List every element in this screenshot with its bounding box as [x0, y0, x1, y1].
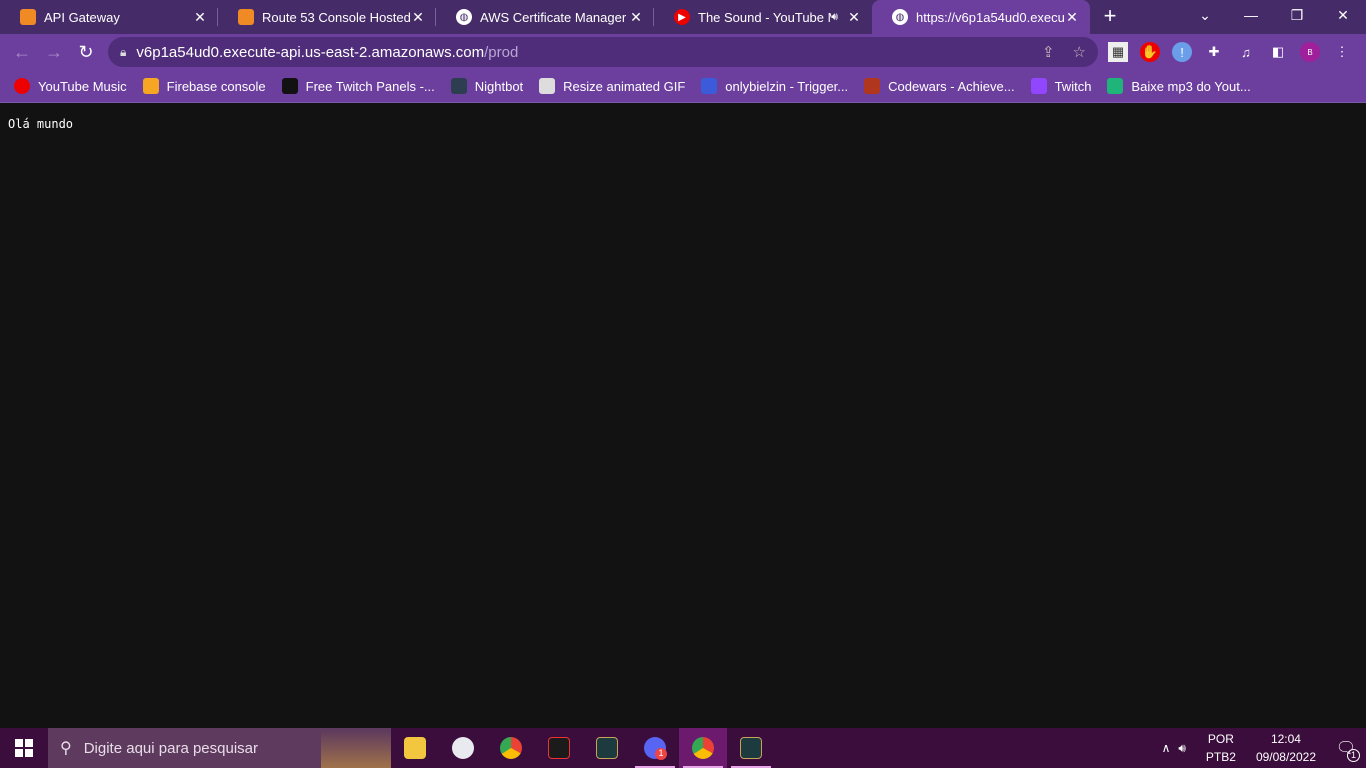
bookmark[interactable]: Nightbot: [450, 78, 523, 94]
lock-icon: 🔒︎: [120, 44, 127, 59]
aws-icon: [238, 9, 254, 25]
close-tab-button[interactable]: ✕: [192, 9, 208, 26]
bookmark[interactable]: Twitch: [1030, 78, 1091, 94]
forward-button[interactable]: →: [38, 42, 70, 63]
taskbar: ⚲ Digite aqui para pesquisar 1 ∧ 🔊︎ POR P…: [0, 728, 1366, 768]
paint-icon[interactable]: [439, 728, 487, 768]
bookmark[interactable]: YouTube Music: [14, 78, 127, 94]
search-highlight-image: [321, 730, 391, 768]
tab-acm[interactable]: ◍ AWS Certificate Manager ✕: [436, 0, 654, 34]
language-indicator[interactable]: POR PTB2: [1206, 730, 1236, 766]
extension-warning-icon[interactable]: !: [1172, 42, 1192, 62]
chrome-icon[interactable]: [487, 728, 535, 768]
twitch-icon: [1030, 78, 1047, 94]
flame-icon: [701, 78, 718, 94]
aws-icon: [20, 9, 36, 25]
speaker-icon[interactable]: 🔊︎: [831, 11, 838, 24]
search-icon: ⚲: [60, 740, 72, 757]
bookmark[interactable]: Firebase console: [142, 78, 266, 94]
bookmark-star-icon[interactable]: ☆: [1073, 43, 1086, 61]
youtube-music-icon: [14, 78, 30, 94]
close-tab-button[interactable]: ✕: [410, 9, 426, 26]
tab-api-gateway[interactable]: API Gateway ✕: [0, 0, 218, 34]
close-tab-button[interactable]: ✕: [846, 9, 862, 26]
tab-route53[interactable]: Route 53 Console Hosted Zones✕: [218, 0, 436, 34]
minimize-button[interactable]: —: [1228, 0, 1274, 30]
profile-avatar[interactable]: B: [1300, 42, 1320, 62]
close-window-button[interactable]: ✕: [1320, 0, 1366, 30]
toolbar: ← → ↻ 🔒︎ v6p1a54ud0.execute-api.us-east-…: [0, 34, 1366, 70]
new-tab-button[interactable]: +: [1090, 0, 1130, 34]
side-panel-icon[interactable]: ◧: [1268, 42, 1288, 62]
nightbot-icon: [450, 78, 467, 94]
bookmark[interactable]: onlybielzin - Trigger...: [701, 78, 848, 94]
reload-button[interactable]: ↻: [70, 42, 102, 63]
windows-icon: [15, 739, 33, 757]
discord-icon[interactable]: 1: [631, 728, 679, 768]
close-tab-button[interactable]: ✕: [628, 9, 644, 26]
tab-strip: API Gateway✕ Route 53 Console Hosted Zon…: [0, 0, 1366, 34]
show-hidden-icons-button[interactable]: ∧: [1162, 741, 1171, 755]
address-bar[interactable]: 🔒︎ v6p1a54ud0.execute-api.us-east-2.amaz…: [108, 37, 1098, 67]
menu-icon[interactable]: ⋮: [1332, 42, 1352, 62]
back-button[interactable]: ←: [6, 42, 38, 63]
windows-start-button[interactable]: [0, 728, 48, 768]
youtube-music-icon: ▶: [674, 9, 690, 25]
tab-youtube-music[interactable]: ▶The Sound - YouTube Music🔊︎✕: [654, 0, 872, 34]
page-content: Olá mundo: [0, 103, 1366, 728]
extensions-puzzle-icon[interactable]: ✚: [1204, 42, 1224, 62]
globe-icon: ◍: [892, 9, 908, 25]
file-explorer-icon[interactable]: [391, 728, 439, 768]
chrome-active-icon[interactable]: [679, 728, 727, 768]
bookmark[interactable]: Baixe mp3 do Yout...: [1107, 78, 1251, 94]
restore-button[interactable]: ❐: [1274, 0, 1320, 30]
valorant-icon[interactable]: [535, 728, 583, 768]
league-client-icon[interactable]: [727, 728, 775, 768]
clock[interactable]: 12:04 09/08/2022: [1256, 730, 1316, 766]
firebase-icon: [142, 78, 159, 94]
tab-search-icon[interactable]: ⌄: [1182, 0, 1228, 30]
volume-icon[interactable]: 🔊︎: [1178, 741, 1186, 756]
codewars-icon: [864, 78, 881, 94]
league-of-legends-icon[interactable]: [583, 728, 631, 768]
tab-active[interactable]: ◍https://v6p1a54ud0.execute-api.us-east-…: [872, 0, 1090, 34]
bookmark[interactable]: Free Twitch Panels -...: [281, 78, 435, 94]
twitch-panels-icon: [281, 78, 298, 94]
qr-code-extension-icon[interactable]: ▦: [1108, 42, 1128, 62]
gif-icon: [539, 78, 556, 94]
notifications-button[interactable]: 🗨︎ 1: [1326, 738, 1366, 762]
share-icon[interactable]: ⇪: [1042, 43, 1055, 61]
media-control-icon[interactable]: ♫: [1236, 42, 1256, 62]
system-tray: ∧ 🔊︎ POR PTB2 12:04 09/08/2022 🗨︎ 1: [1162, 728, 1366, 768]
download-icon: [1107, 78, 1124, 94]
globe-icon: ◍: [456, 9, 472, 25]
adblock-extension-icon[interactable]: ✋: [1140, 42, 1160, 62]
close-tab-button[interactable]: ✕: [1064, 9, 1080, 26]
page-text: Olá mundo: [8, 117, 74, 131]
bookmark[interactable]: Resize animated GIF: [539, 78, 685, 94]
bookmark[interactable]: Codewars - Achieve...: [864, 78, 1015, 94]
bookmarks-bar: YouTube Music Firebase console Free Twit…: [0, 70, 1366, 103]
taskbar-search[interactable]: ⚲ Digite aqui para pesquisar: [48, 728, 391, 768]
